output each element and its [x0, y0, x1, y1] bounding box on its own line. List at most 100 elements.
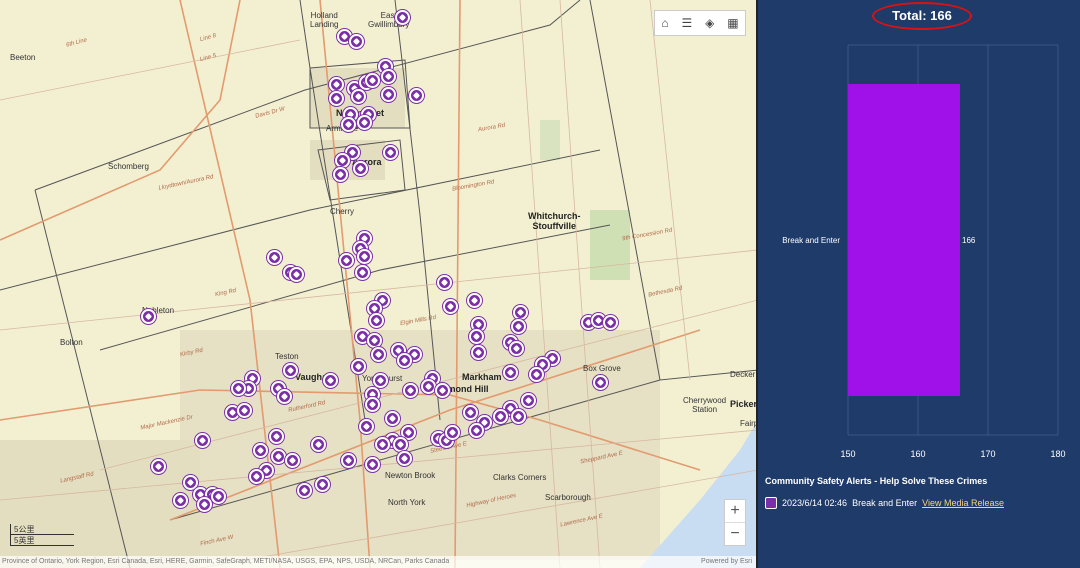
- total-count: Total: 166: [872, 2, 972, 30]
- layers-icon[interactable]: ◈: [705, 16, 714, 30]
- break-enter-marker[interactable]: [395, 10, 410, 25]
- break-enter-marker[interactable]: [289, 267, 304, 282]
- x-tick-label: 180: [1050, 449, 1065, 459]
- break-enter-marker[interactable]: [211, 489, 226, 504]
- break-enter-marker[interactable]: [277, 389, 292, 404]
- break-enter-marker[interactable]: [593, 375, 608, 390]
- break-enter-marker[interactable]: [509, 341, 524, 356]
- crime-bar-chart[interactable]: 150 160 170 180 Break and Enter 166: [758, 30, 1080, 470]
- break-enter-marker[interactable]: [409, 88, 424, 103]
- break-enter-marker[interactable]: [315, 477, 330, 492]
- break-enter-marker[interactable]: [359, 419, 374, 434]
- break-enter-marker[interactable]: [231, 381, 246, 396]
- break-enter-marker[interactable]: [253, 443, 268, 458]
- break-enter-marker[interactable]: [141, 309, 156, 324]
- alerts-title: Community Safety Alerts - Help Solve The…: [765, 476, 988, 486]
- place-teston: Teston: [275, 352, 299, 361]
- break-enter-marker[interactable]: [469, 423, 484, 438]
- break-enter-marker[interactable]: [267, 250, 282, 265]
- break-enter-marker[interactable]: [503, 365, 518, 380]
- place-cherrywood-station: Cherrywood Station: [683, 396, 727, 414]
- break-enter-marker[interactable]: [195, 433, 210, 448]
- break-enter-marker[interactable]: [443, 299, 458, 314]
- break-enter-marker[interactable]: [471, 345, 486, 360]
- place-clarks-corners: Clarks Corners: [493, 473, 547, 482]
- break-enter-marker[interactable]: [355, 265, 370, 280]
- break-enter-marker[interactable]: [437, 275, 452, 290]
- map-attribution: Province of Ontario, York Region, Esri C…: [0, 556, 756, 568]
- alert-item[interactable]: 2023/6/14 02:46 Break and Enter View Med…: [765, 497, 1004, 509]
- break-enter-marker[interactable]: [469, 329, 484, 344]
- bar-break-and-enter[interactable]: [848, 84, 960, 396]
- break-enter-marker[interactable]: [249, 469, 264, 484]
- break-enter-marker[interactable]: [603, 315, 618, 330]
- break-enter-marker[interactable]: [403, 383, 418, 398]
- break-enter-marker[interactable]: [357, 115, 372, 130]
- break-enter-marker[interactable]: [393, 437, 408, 452]
- attribution-text: Province of Ontario, York Region, Esri C…: [2, 558, 450, 565]
- break-enter-marker[interactable]: [311, 437, 326, 452]
- break-enter-marker[interactable]: [373, 373, 388, 388]
- break-enter-marker[interactable]: [269, 429, 284, 444]
- break-enter-marker[interactable]: [529, 367, 544, 382]
- break-enter-marker[interactable]: [467, 293, 482, 308]
- break-enter-marker[interactable]: [329, 77, 344, 92]
- break-enter-marker[interactable]: [323, 373, 338, 388]
- break-enter-marker[interactable]: [397, 353, 412, 368]
- view-media-release-link[interactable]: View Media Release: [922, 498, 1004, 508]
- break-enter-marker[interactable]: [371, 347, 386, 362]
- break-enter-marker[interactable]: [365, 457, 380, 472]
- break-enter-marker[interactable]: [521, 393, 536, 408]
- qr-code-icon[interactable]: ▦: [727, 16, 738, 30]
- break-enter-marker[interactable]: [445, 425, 460, 440]
- break-enter-marker[interactable]: [341, 453, 356, 468]
- break-enter-marker[interactable]: [339, 253, 354, 268]
- break-enter-marker[interactable]: [421, 379, 436, 394]
- zoom-out-button[interactable]: −: [725, 523, 745, 545]
- powered-by-esri[interactable]: Powered by Esri: [701, 556, 752, 568]
- dashboard-panel: Total: 166 150 160 170 180 Break and Enter 16…: [758, 0, 1080, 568]
- break-enter-marker[interactable]: [349, 34, 364, 49]
- break-enter-marker[interactable]: [333, 167, 348, 182]
- legend-icon[interactable]: ☰: [682, 16, 693, 30]
- break-enter-marker[interactable]: [237, 403, 252, 418]
- break-enter-marker[interactable]: [357, 249, 372, 264]
- break-enter-marker[interactable]: [511, 409, 526, 424]
- break-enter-marker[interactable]: [329, 91, 344, 106]
- break-enter-marker[interactable]: [285, 453, 300, 468]
- break-enter-marker[interactable]: [369, 313, 384, 328]
- break-enter-marker[interactable]: [335, 153, 350, 168]
- break-enter-marker[interactable]: [435, 383, 450, 398]
- break-enter-marker[interactable]: [397, 451, 412, 466]
- place-schomberg: Schomberg: [108, 162, 149, 171]
- break-enter-marker[interactable]: [513, 305, 528, 320]
- place-holland-landing: Holland Landing: [310, 11, 339, 29]
- break-enter-marker[interactable]: [375, 437, 390, 452]
- break-enter-marker[interactable]: [381, 87, 396, 102]
- break-enter-marker[interactable]: [383, 145, 398, 160]
- map-view[interactable]: Holland Landing East Gwillimbury Beeton …: [0, 0, 758, 568]
- break-enter-marker[interactable]: [367, 333, 382, 348]
- break-enter-marker[interactable]: [493, 409, 508, 424]
- break-enter-marker[interactable]: [365, 397, 380, 412]
- break-enter-marker[interactable]: [463, 405, 478, 420]
- break-enter-marker[interactable]: [381, 69, 396, 84]
- break-enter-marker[interactable]: [341, 117, 356, 132]
- break-enter-marker[interactable]: [353, 161, 368, 176]
- break-enter-marker[interactable]: [385, 411, 400, 426]
- break-enter-marker[interactable]: [197, 497, 212, 512]
- break-enter-marker[interactable]: [271, 449, 286, 464]
- break-enter-marker[interactable]: [351, 359, 366, 374]
- break-enter-marker[interactable]: [351, 89, 366, 104]
- break-enter-marker[interactable]: [151, 459, 166, 474]
- home-icon[interactable]: ⌂: [661, 16, 668, 30]
- zoom-control: + −: [724, 499, 746, 546]
- break-enter-marker[interactable]: [365, 73, 380, 88]
- zoom-in-button[interactable]: +: [725, 500, 745, 523]
- place-beeton: Beeton: [10, 53, 36, 62]
- scale-mi: 5英里: [10, 535, 74, 546]
- break-enter-marker[interactable]: [297, 483, 312, 498]
- break-enter-marker[interactable]: [283, 363, 298, 378]
- break-enter-marker[interactable]: [173, 493, 188, 508]
- break-enter-marker[interactable]: [511, 319, 526, 334]
